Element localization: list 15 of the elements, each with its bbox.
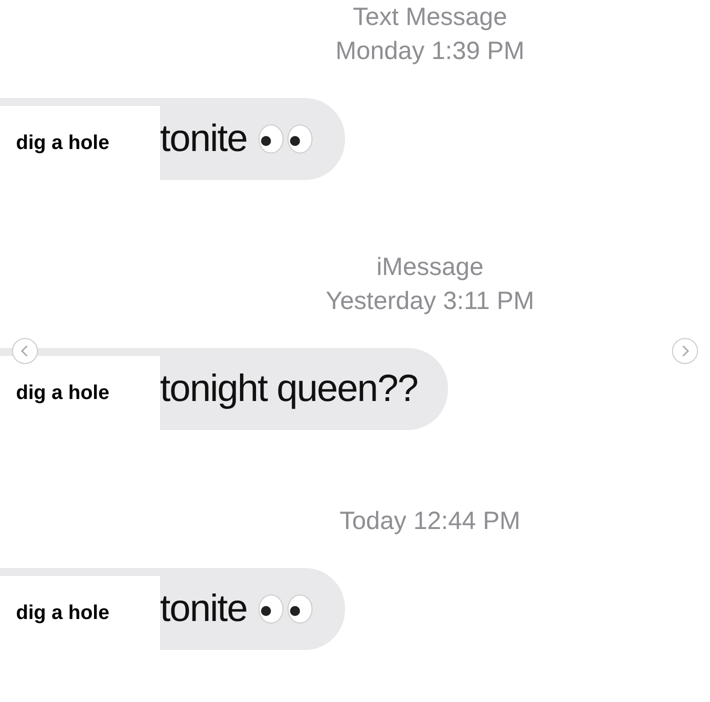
caption-label: dig a hole [16, 131, 110, 156]
caption-label: dig a hole [16, 601, 110, 626]
chevron-right-icon [680, 345, 690, 357]
caption-label: dig a hole [16, 381, 110, 406]
next-button[interactable] [672, 338, 698, 364]
message-timestamp: Today 12:44 PM [340, 506, 520, 537]
service-label: Text Message [352, 2, 508, 33]
previous-button[interactable] [12, 338, 38, 364]
message-text: tonite [160, 116, 247, 162]
service-label: iMessage [376, 252, 484, 283]
message-timestamp: Monday 1:39 PM [336, 36, 524, 67]
message-text: tonite [160, 586, 247, 632]
chevron-left-icon [20, 345, 30, 357]
message-timestamp: Yesterday 3:11 PM [326, 286, 534, 317]
message-text: tonight queen?? [160, 366, 418, 412]
